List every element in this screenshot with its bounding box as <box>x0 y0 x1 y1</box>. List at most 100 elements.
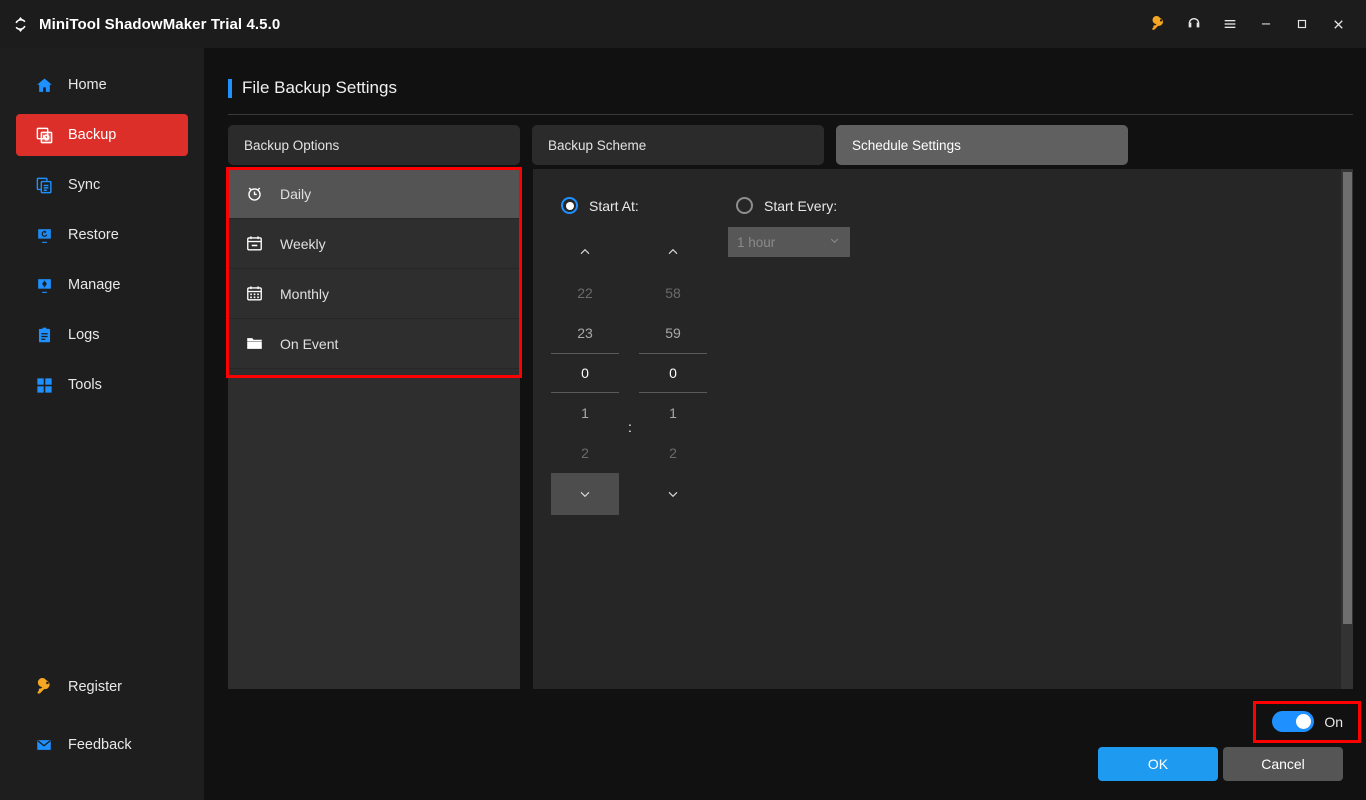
hour-down-icon[interactable] <box>551 473 619 515</box>
sidebar-item-restore[interactable]: Restore <box>16 214 188 256</box>
tab-label: Backup Options <box>244 138 339 153</box>
window-title: MiniTool ShadowMaker Trial 4.5.0 <box>39 16 280 33</box>
key-icon[interactable] <box>1140 0 1176 48</box>
alarm-clock-icon <box>244 184 264 204</box>
schedule-item-on-event[interactable]: On Event <box>228 319 520 369</box>
start-at-label: Start At: <box>589 198 639 214</box>
start-at-radio[interactable] <box>561 197 578 214</box>
settings-panels: Daily Weekly <box>228 169 1353 689</box>
minute-spinner: 58 59 0 1 2 <box>639 231 707 515</box>
sidebar-item-label: Sync <box>68 177 100 193</box>
sync-icon <box>34 175 54 195</box>
detail-scrollbar[interactable] <box>1341 169 1353 689</box>
tab-backup-scheme[interactable]: Backup Scheme <box>532 125 824 165</box>
tab-label: Backup Scheme <box>548 138 646 153</box>
minute-down-icon[interactable] <box>639 473 707 515</box>
minute-option[interactable]: 59 <box>639 313 707 353</box>
sidebar-item-tools[interactable]: Tools <box>16 364 188 406</box>
header-divider <box>228 114 1353 115</box>
support-icon[interactable] <box>1176 0 1212 48</box>
tools-icon <box>34 375 54 395</box>
home-icon <box>34 75 54 95</box>
minute-up-icon[interactable] <box>639 231 707 273</box>
dialog-buttons: OK Cancel <box>1098 747 1343 781</box>
schedule-item-daily[interactable]: Daily <box>228 169 520 219</box>
schedule-item-label: Monthly <box>280 286 329 302</box>
schedule-item-weekly[interactable]: Weekly <box>228 219 520 269</box>
minute-option[interactable]: 1 <box>639 393 707 433</box>
schedule-item-label: On Event <box>280 336 338 352</box>
application-window: MiniTool ShadowMaker Trial 4.5.0 <box>0 0 1366 800</box>
sidebar-item-label: Restore <box>68 227 119 243</box>
hour-option[interactable]: 2 <box>551 433 619 473</box>
backup-icon <box>34 125 54 145</box>
title-accent-bar <box>228 79 232 98</box>
toggle-state-label: On <box>1324 714 1343 730</box>
ok-button-label: OK <box>1148 756 1168 772</box>
minute-option[interactable]: 2 <box>639 433 707 473</box>
hour-selected-value[interactable]: 0 <box>551 353 619 393</box>
manage-icon <box>34 275 54 295</box>
start-every-radio-row[interactable]: Start Every: <box>736 197 837 214</box>
logs-icon <box>34 325 54 345</box>
sidebar-item-label: Backup <box>68 127 116 143</box>
tab-schedule-settings[interactable]: Schedule Settings <box>836 125 1128 165</box>
chevron-down-icon <box>828 234 841 250</box>
schedule-detail-panel: Start At: Start Every: 1 hour <box>533 169 1353 689</box>
close-icon[interactable] <box>1320 0 1356 48</box>
time-separator: : <box>621 419 639 435</box>
tab-backup-options[interactable]: Backup Options <box>228 125 520 165</box>
mail-icon <box>34 735 54 755</box>
main-content: File Backup Settings Backup Options Back… <box>204 48 1366 800</box>
calendar-week-icon <box>244 234 264 254</box>
sidebar-item-label: Feedback <box>68 737 132 753</box>
tab-label: Schedule Settings <box>852 138 961 153</box>
hour-option[interactable]: 22 <box>551 273 619 313</box>
page-header: File Backup Settings <box>228 78 397 98</box>
start-every-label: Start Every: <box>764 198 837 214</box>
cancel-button-label: Cancel <box>1261 756 1305 772</box>
calendar-month-icon <box>244 284 264 304</box>
start-every-interval-select[interactable]: 1 hour <box>728 227 850 257</box>
sidebar: Home Backup <box>0 48 204 800</box>
hour-option[interactable]: 1 <box>551 393 619 433</box>
menu-icon[interactable] <box>1212 0 1248 48</box>
sidebar-item-backup[interactable]: Backup <box>16 114 188 156</box>
title-bar: MiniTool ShadowMaker Trial 4.5.0 <box>0 0 1366 48</box>
shadowmaker-logo-icon <box>10 14 30 34</box>
schedule-enable-toggle[interactable] <box>1272 711 1314 732</box>
cancel-button[interactable]: Cancel <box>1223 747 1343 781</box>
sidebar-item-sync[interactable]: Sync <box>16 164 188 206</box>
schedule-type-list: Daily Weekly <box>228 169 520 689</box>
scrollbar-thumb[interactable] <box>1343 172 1352 624</box>
ok-button[interactable]: OK <box>1098 747 1218 781</box>
start-every-radio[interactable] <box>736 197 753 214</box>
schedule-item-label: Weekly <box>280 236 326 252</box>
key-icon <box>34 677 54 697</box>
start-at-radio-row[interactable]: Start At: <box>561 197 639 214</box>
sidebar-item-logs[interactable]: Logs <box>16 314 188 356</box>
sidebar-footer-nav: Register Feedback <box>0 666 204 782</box>
minimize-icon[interactable] <box>1248 0 1284 48</box>
sidebar-nav: Home Backup <box>0 48 204 406</box>
sidebar-item-manage[interactable]: Manage <box>16 264 188 306</box>
page-title: File Backup Settings <box>242 78 397 98</box>
sidebar-item-label: Manage <box>68 277 120 293</box>
schedule-enable-toggle-row[interactable]: On <box>1272 711 1343 732</box>
hour-option[interactable]: 23 <box>551 313 619 353</box>
sidebar-item-register[interactable]: Register <box>16 666 188 708</box>
toggle-knob <box>1296 714 1311 729</box>
sidebar-item-home[interactable]: Home <box>16 64 188 106</box>
start-every-interval-value: 1 hour <box>737 235 775 250</box>
minute-option[interactable]: 58 <box>639 273 707 313</box>
folder-icon <box>244 334 264 354</box>
sidebar-item-label: Tools <box>68 377 102 393</box>
minute-selected-value[interactable]: 0 <box>639 353 707 393</box>
maximize-icon[interactable] <box>1284 0 1320 48</box>
hour-up-icon[interactable] <box>551 231 619 273</box>
window-controls <box>1140 0 1366 48</box>
schedule-item-monthly[interactable]: Monthly <box>228 269 520 319</box>
sidebar-item-feedback[interactable]: Feedback <box>16 724 188 766</box>
settings-tabs: Backup Options Backup Scheme Schedule Se… <box>228 125 1140 165</box>
schedule-item-label: Daily <box>280 186 311 202</box>
